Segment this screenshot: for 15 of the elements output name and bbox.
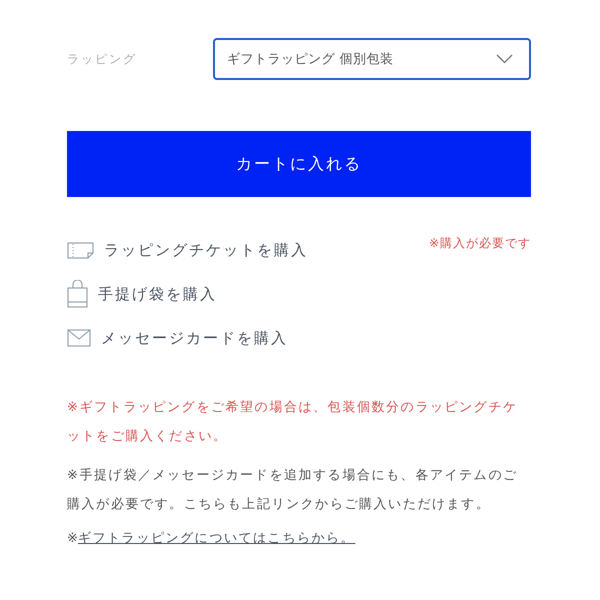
notice-text: ※ギフトラッピングをご希望の場合は、包装個数分のラッピングチケットをご購入ください。	[67, 399, 518, 446]
add-to-cart-button[interactable]: カートに入れる	[67, 131, 531, 197]
envelope-icon	[67, 329, 91, 347]
purchase-link[interactable]: 手提げ袋を購入	[67, 280, 217, 308]
purchase-link[interactable]: ラッピングチケットを購入	[67, 240, 308, 260]
required-note: ※購入が必要です	[428, 235, 531, 252]
wrapping-label: ラッピング	[67, 50, 138, 68]
notice-text: ※手提げ袋／メッセージカードを追加する場合にも、各アイテムのご購入が必要です。こちらも上記リンクからご購入いただけます。	[67, 467, 518, 514]
note-mark: ※	[67, 530, 78, 546]
wrapping-select[interactable]: ギフトラッピング 個別包装	[213, 38, 531, 80]
purchase-link[interactable]: メッセージカードを購入	[67, 328, 288, 348]
bag-icon	[67, 280, 88, 308]
chevron-down-icon	[496, 54, 513, 64]
ticket-icon	[67, 242, 94, 258]
gift-wrapping-info-link[interactable]: ギフトラッピングについてはこちらから。	[78, 529, 356, 547]
